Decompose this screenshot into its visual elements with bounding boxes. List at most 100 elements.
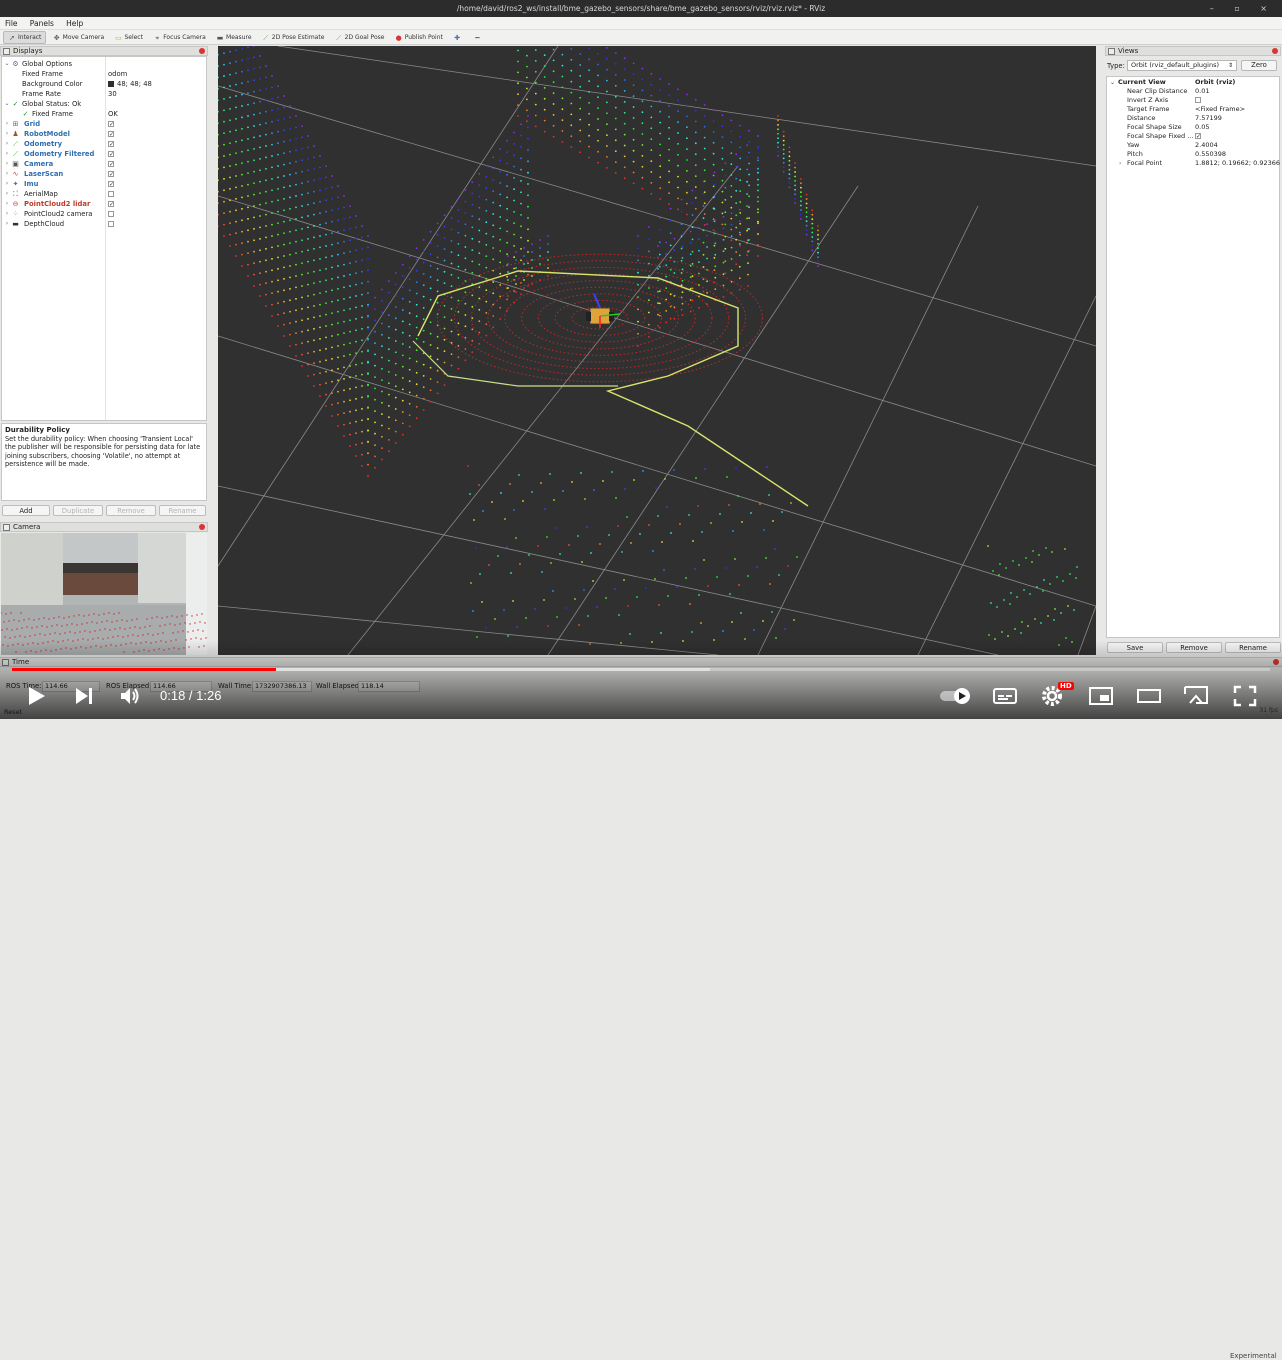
tree-row-laser-scan[interactable]: › ∿ LaserScan ✓ [2, 169, 206, 179]
menu-file[interactable]: File [0, 17, 23, 30]
tree-row-global-options[interactable]: ⌄ ⚙ Global Options [2, 59, 206, 69]
reset-button[interactable]: Reset [4, 708, 22, 716]
prop-value[interactable]: 0.01 [1195, 87, 1209, 96]
prop-row-yaw[interactable]: Yaw 2.4004 [1107, 141, 1279, 150]
tree-row-depth-cloud[interactable]: › ▬ DepthCloud [2, 219, 206, 229]
menu-panels[interactable]: Panels [25, 17, 59, 30]
3d-scene[interactable] [218, 46, 1096, 655]
window-controls[interactable]: – ▫ × [1210, 0, 1276, 17]
miniplayer-icon[interactable] [1088, 686, 1114, 706]
close-icon[interactable] [1273, 659, 1279, 665]
expand-icon[interactable]: › [4, 209, 10, 219]
tree-row-odometry-filtered[interactable]: › ⟋ Odometry Filtered ✓ [2, 149, 206, 159]
player-progress-bar[interactable] [12, 668, 1270, 671]
expand-icon[interactable]: › [1119, 159, 1121, 168]
enable-checkbox[interactable]: ✓ [108, 141, 114, 148]
expand-icon[interactable]: › [4, 219, 10, 229]
expand-icon[interactable]: › [4, 119, 10, 129]
prop-row-focal-shape-fixed[interactable]: Focal Shape Fixed ... ✓ [1107, 132, 1279, 141]
save-view-button[interactable]: Save [1107, 642, 1163, 653]
tool-interact[interactable]: ➚ Interact [3, 31, 47, 44]
rename-button[interactable]: Rename [159, 505, 206, 516]
tree-row-background-color[interactable]: Background Color 48; 48; 48 [2, 79, 206, 89]
duplicate-button[interactable]: Duplicate [53, 505, 103, 516]
theater-mode-icon[interactable] [1136, 686, 1162, 706]
next-icon[interactable] [72, 684, 96, 708]
prop-value[interactable]: 0.05 [1195, 123, 1209, 132]
close-icon[interactable] [1272, 48, 1278, 54]
tool-publish-point[interactable]: ● Publish Point [391, 31, 447, 44]
expand-icon[interactable]: › [4, 179, 10, 189]
render-viewport[interactable] [218, 46, 1096, 655]
remove-view-button[interactable]: Remove [1166, 642, 1222, 653]
enable-checkbox[interactable]: ✓ [108, 161, 114, 168]
tree-row-global-status[interactable]: ⌄ ✓ Global Status: Ok [2, 99, 206, 109]
prop-row-focal-point[interactable]: › Focal Point 1.8812; 0.19662; 0.92366 [1107, 159, 1280, 168]
enable-checkbox[interactable] [108, 191, 114, 197]
rename-view-button[interactable]: Rename [1225, 642, 1281, 653]
experimental-checkbox[interactable]: Experimental [1230, 1352, 1277, 1360]
expand-icon[interactable]: › [4, 189, 10, 199]
tree-row-frame-rate[interactable]: Frame Rate 30 [2, 89, 206, 99]
tree-row-grid[interactable]: › ⊞ Grid ✓ [2, 119, 206, 129]
frame-rate-value[interactable]: 30 [108, 89, 117, 99]
tree-row-imu[interactable]: › ✦ Imu ✓ [2, 179, 206, 189]
prop-value[interactable]: 1.8812; 0.19662; 0.92366 [1195, 159, 1280, 168]
invert-z-checkbox[interactable] [1195, 97, 1201, 103]
prop-value[interactable]: 2.4004 [1195, 141, 1218, 150]
expand-icon[interactable]: › [4, 169, 10, 179]
prop-value[interactable]: <Fixed Frame> [1195, 105, 1245, 114]
zero-button[interactable]: Zero [1241, 60, 1277, 71]
enable-checkbox[interactable]: ✓ [108, 121, 114, 128]
volume-icon[interactable] [118, 684, 142, 708]
view-type-select[interactable]: Orbit (rviz_default_plugins) ⇕ [1127, 60, 1237, 71]
add-tool-button[interactable]: ✚ [449, 31, 467, 44]
fixed-frame-value[interactable]: odom [108, 69, 127, 79]
prop-value[interactable]: 0.550398 [1195, 150, 1226, 159]
prop-row-pitch[interactable]: Pitch 0.550398 [1107, 150, 1279, 159]
tree-row-pointcloud2-camera[interactable]: › ⁘ PointCloud2 camera [2, 209, 206, 219]
expand-icon[interactable]: › [4, 159, 10, 169]
prop-row-invert-z[interactable]: Invert Z Axis [1107, 96, 1279, 105]
expand-icon[interactable]: › [4, 199, 10, 209]
focal-fixed-checkbox[interactable]: ✓ [1195, 133, 1201, 140]
prop-row-distance[interactable]: Distance 7.57199 [1107, 114, 1279, 123]
enable-checkbox[interactable]: ✓ [108, 171, 114, 178]
tool-measure[interactable]: ▬ Measure [212, 31, 256, 44]
autoplay-toggle-icon[interactable] [938, 686, 972, 706]
close-icon[interactable] [199, 48, 205, 54]
expand-icon[interactable]: › [4, 149, 10, 159]
tool-select[interactable]: ▭ Select [110, 31, 147, 44]
prop-value[interactable]: 7.57199 [1195, 114, 1222, 123]
subtitles-icon[interactable] [992, 686, 1018, 706]
enable-checkbox[interactable]: ✓ [108, 131, 114, 138]
collapse-icon[interactable]: ⌄ [1110, 78, 1115, 87]
tree-row-status-fixed-frame[interactable]: ✓ Fixed Frame OK [2, 109, 206, 119]
fullscreen-icon[interactable] [1232, 684, 1258, 708]
prop-row-target-frame[interactable]: Target Frame <Fixed Frame> [1107, 105, 1279, 114]
tree-row-pointcloud2-lidar[interactable]: › ⊖ PointCloud2 lidar ✓ [2, 199, 206, 209]
close-icon[interactable] [199, 524, 205, 530]
collapse-icon[interactable]: ⌄ [4, 99, 10, 109]
enable-checkbox[interactable]: ✓ [108, 201, 114, 208]
tool-focus-camera[interactable]: ⌖ Focus Camera [149, 31, 210, 44]
tool-2d-pose-estimate[interactable]: ⟋ 2D Pose Estimate [258, 31, 329, 44]
current-view-row[interactable]: ⌄ Current View Orbit (rviz) [1107, 78, 1279, 87]
prop-row-focal-shape-size[interactable]: Focal Shape Size 0.05 [1107, 123, 1279, 132]
expand-icon[interactable]: › [4, 129, 10, 139]
prop-row-near-clip[interactable]: Near Clip Distance 0.01 [1107, 87, 1279, 96]
tree-row-fixed-frame[interactable]: Fixed Frame odom [2, 69, 206, 79]
add-button[interactable]: Add [2, 505, 50, 516]
collapse-icon[interactable]: ⌄ [4, 59, 10, 69]
tool-2d-goal-pose[interactable]: ⟋ 2D Goal Pose [331, 31, 389, 44]
tree-row-camera[interactable]: › ▣ Camera ✓ [2, 159, 206, 169]
enable-checkbox[interactable]: ✓ [108, 151, 114, 158]
background-color-value[interactable]: 48; 48; 48 [108, 79, 152, 89]
expand-icon[interactable]: › [4, 139, 10, 149]
tree-row-robot-model[interactable]: › ♟ RobotModel ✓ [2, 129, 206, 139]
remove-tool-button[interactable]: ━ [469, 31, 487, 44]
enable-checkbox[interactable] [108, 221, 114, 227]
enable-checkbox[interactable]: ✓ [108, 181, 114, 188]
menu-help[interactable]: Help [61, 17, 88, 30]
play-icon[interactable] [24, 684, 48, 708]
